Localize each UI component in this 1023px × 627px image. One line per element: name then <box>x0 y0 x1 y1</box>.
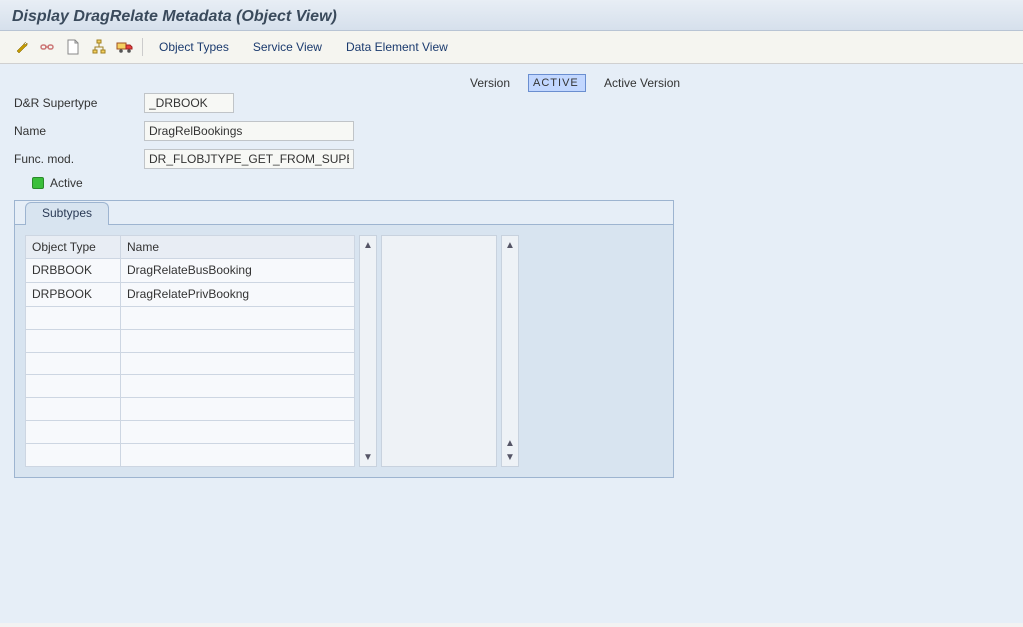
cell-name[interactable]: DragRelatePrivBookng <box>121 282 355 306</box>
row-supertype: D&R Supertype <box>14 92 1009 114</box>
col-objtype[interactable]: Object Type <box>26 236 121 259</box>
version-value: ACTIVE <box>528 74 586 92</box>
table-row[interactable] <box>26 444 355 467</box>
cell-objtype[interactable] <box>26 398 121 421</box>
hierarchy-icon[interactable] <box>88 37 110 57</box>
scroll-up-icon[interactable]: ▲ <box>361 238 375 252</box>
label-name: Name <box>14 124 144 138</box>
label-supertype: D&R Supertype <box>14 96 144 110</box>
input-funcmod[interactable] <box>144 149 354 169</box>
input-name[interactable] <box>144 121 354 141</box>
cell-name[interactable] <box>121 444 355 467</box>
cell-objtype[interactable] <box>26 329 121 352</box>
grid-body: DRBBOOKDragRelateBusBookingDRPBOOKDragRe… <box>26 259 355 467</box>
table-row[interactable] <box>26 352 355 375</box>
cell-objtype[interactable] <box>26 352 121 375</box>
main-content: Version ACTIVE Active Version D&R Supert… <box>0 64 1023 623</box>
status-line: Active <box>32 176 1009 190</box>
cell-objtype[interactable] <box>26 444 121 467</box>
cell-name[interactable] <box>121 306 355 329</box>
cell-objtype[interactable]: DRBBOOK <box>26 259 121 283</box>
menu-object-types[interactable]: Object Types <box>149 38 239 56</box>
tab-strip: Subtypes <box>15 201 673 225</box>
menu-data-element-view[interactable]: Data Element View <box>336 38 458 56</box>
col-name[interactable]: Name <box>121 236 355 259</box>
table-row[interactable] <box>26 375 355 398</box>
tab-subtypes[interactable]: Subtypes <box>25 202 109 225</box>
grid-empty-pane <box>381 235 497 467</box>
menu-service-view[interactable]: Service View <box>243 38 332 56</box>
wrench-icon[interactable] <box>10 37 32 57</box>
table-row[interactable] <box>26 421 355 444</box>
row-funcmod: Func. mod. <box>14 148 1009 170</box>
scroll-down-icon[interactable]: ▲ <box>503 436 517 450</box>
toolbar: Object Types Service View Data Element V… <box>0 31 1023 64</box>
status-active-icon <box>32 177 44 189</box>
link-icon[interactable] <box>36 37 58 57</box>
new-doc-icon[interactable] <box>62 37 84 57</box>
cell-name[interactable] <box>121 329 355 352</box>
table-row[interactable] <box>26 398 355 421</box>
row-name: Name <box>14 120 1009 142</box>
scroll-up-icon[interactable]: ▲ <box>503 238 517 252</box>
separator <box>142 38 143 56</box>
cell-name[interactable] <box>121 398 355 421</box>
truck-icon[interactable] <box>114 37 136 57</box>
table-row[interactable] <box>26 329 355 352</box>
cell-name[interactable] <box>121 352 355 375</box>
cell-name[interactable] <box>121 421 355 444</box>
cell-name[interactable]: DragRelateBusBooking <box>121 259 355 283</box>
status-text: Active <box>50 176 83 190</box>
scroll-down-icon[interactable]: ▼ <box>361 450 375 464</box>
cell-objtype[interactable] <box>26 375 121 398</box>
version-block: Version ACTIVE Active Version <box>470 74 680 92</box>
version-text: Active Version <box>604 76 680 90</box>
label-funcmod: Func. mod. <box>14 152 144 166</box>
title-bar: Display DragRelate Metadata (Object View… <box>0 0 1023 31</box>
table-row[interactable]: DRBBOOKDragRelateBusBooking <box>26 259 355 283</box>
grid-scrollbar[interactable]: ▲ ▼ <box>359 235 377 467</box>
grid-scrollbar-2[interactable]: ▲ ▲ ▼ <box>501 235 519 467</box>
cell-name[interactable] <box>121 375 355 398</box>
table-row[interactable] <box>26 306 355 329</box>
page-title: Display DragRelate Metadata (Object View… <box>12 8 1011 26</box>
cell-objtype[interactable]: DRPBOOK <box>26 282 121 306</box>
table-row[interactable]: DRPBOOKDragRelatePrivBookng <box>26 282 355 306</box>
version-label: Version <box>470 76 510 90</box>
cell-objtype[interactable] <box>26 421 121 444</box>
tab-body: Object Type Name DRBBOOKDragRelateBusBoo… <box>15 225 673 477</box>
input-supertype[interactable] <box>144 93 234 113</box>
subtypes-grid: Object Type Name DRBBOOKDragRelateBusBoo… <box>25 235 355 467</box>
tab-area: Subtypes Object Type Name DRBBOOKDragRel… <box>14 200 674 478</box>
scroll-down-icon[interactable]: ▼ <box>503 450 517 464</box>
cell-objtype[interactable] <box>26 306 121 329</box>
